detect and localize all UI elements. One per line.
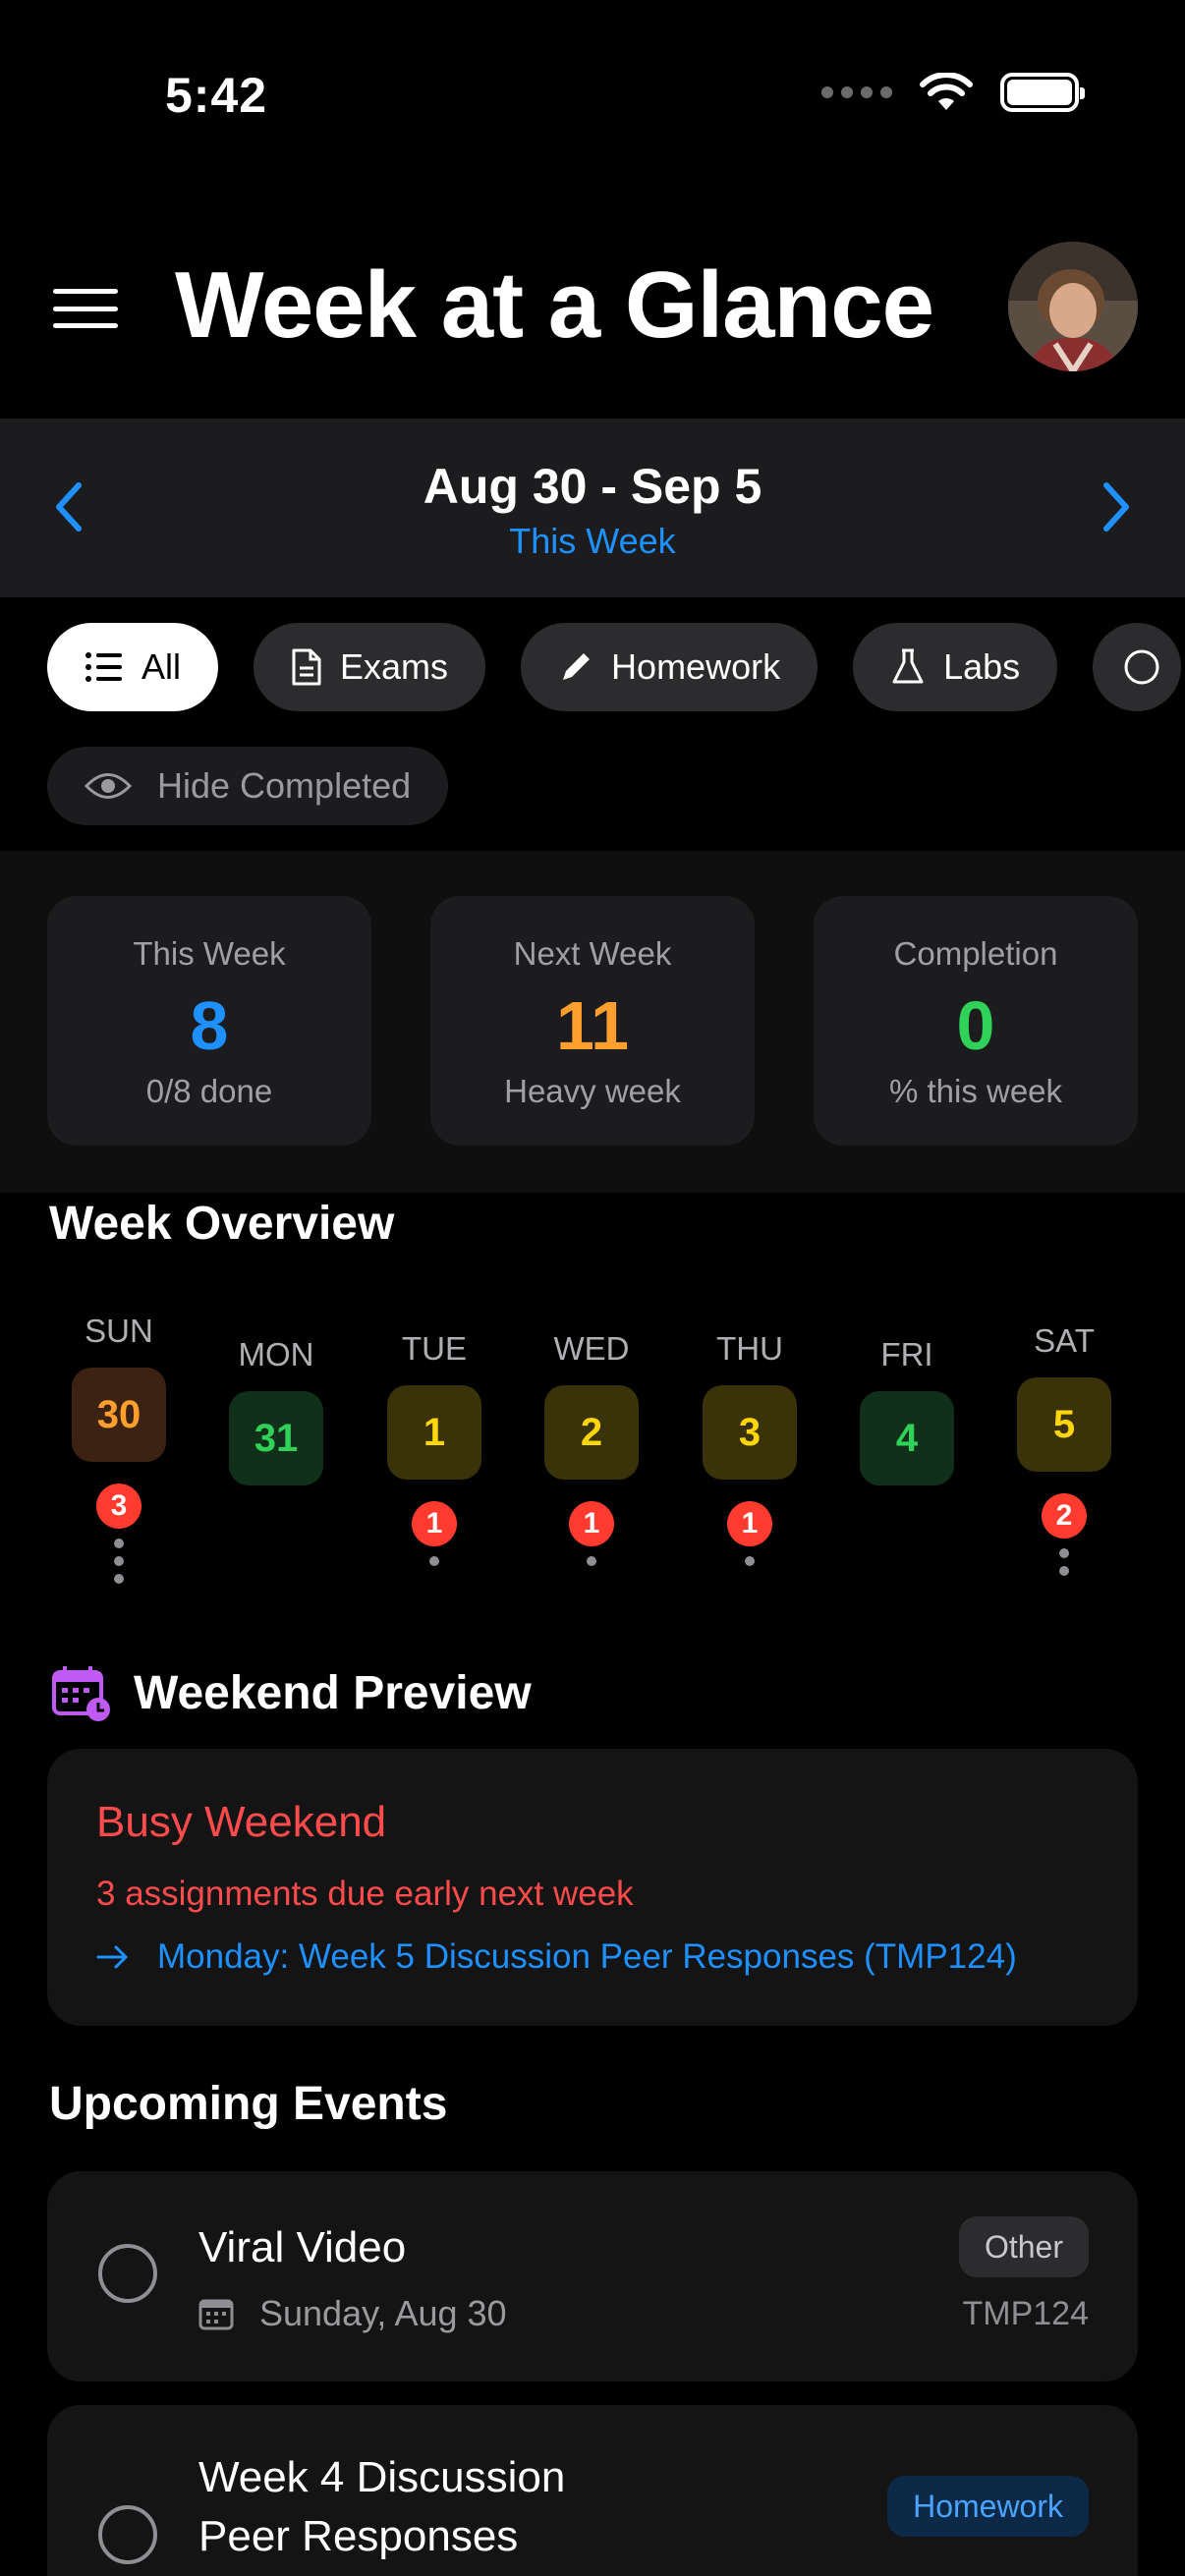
avatar[interactable] xyxy=(1008,242,1138,371)
status-time: 5:42 xyxy=(165,68,268,123)
flask-icon xyxy=(892,648,924,684)
event-title: Viral Video xyxy=(198,2223,407,2271)
day-name: SUN xyxy=(85,1313,153,1349)
wifi-icon xyxy=(920,73,973,110)
day-name: SAT xyxy=(1034,1322,1095,1359)
day-name: FRI xyxy=(880,1336,933,1372)
day-date: 2 xyxy=(544,1385,639,1480)
hide-completed-label: Hide Completed xyxy=(157,765,412,806)
stat-label: Next Week xyxy=(513,935,672,972)
filter-chip-label: Homework xyxy=(611,646,781,687)
calendar-icon xyxy=(198,2299,234,2330)
day-date: 5 xyxy=(1017,1377,1111,1472)
event-course-code: TMP124 xyxy=(962,2295,1090,2332)
weekend-card-title: Busy Weekend xyxy=(96,1798,387,1846)
day-count-badge: 1 xyxy=(569,1501,614,1546)
filter-chip-label: Exams xyxy=(340,646,449,687)
document-icon xyxy=(292,648,321,686)
day-column-wed[interactable]: WED 2 1 xyxy=(513,1330,670,1566)
day-column-sat[interactable]: SAT 5 2 xyxy=(986,1322,1143,1576)
event-complete-checkbox[interactable] xyxy=(98,2244,157,2303)
event-complete-checkbox[interactable] xyxy=(98,2505,157,2564)
more-dots-icon xyxy=(671,1556,828,1566)
filter-chip-label: All xyxy=(141,646,182,687)
weekend-preview-title: Weekend Preview xyxy=(134,1667,532,1719)
filter-chip-label: Labs xyxy=(943,646,1021,687)
day-date: 1 xyxy=(387,1385,481,1480)
event-title-line-2: Peer Responses xyxy=(198,2512,519,2560)
stat-value: 0 xyxy=(956,987,995,1064)
day-date: 31 xyxy=(229,1391,323,1485)
more-dots-icon xyxy=(356,1556,513,1566)
day-count-badge: 1 xyxy=(727,1501,772,1546)
filter-chip-labs[interactable]: Labs xyxy=(853,623,1058,711)
day-date: 4 xyxy=(860,1391,954,1485)
event-type-tag: Other xyxy=(958,2216,1089,2277)
status-icons xyxy=(821,73,1085,112)
weekend-card-subtitle: 3 assignments due early next week xyxy=(96,1875,634,1913)
day-column-mon[interactable]: MON 31 xyxy=(198,1336,355,1485)
more-dots-icon xyxy=(40,1539,198,1584)
stat-subtext: % this week xyxy=(888,1073,1063,1109)
day-date: 30 xyxy=(72,1368,166,1462)
day-count-badge: 1 xyxy=(412,1501,457,1546)
filter-chip-exams[interactable]: Exams xyxy=(254,623,486,711)
pencil-icon xyxy=(563,653,591,680)
stat-card-this-week: This Week 8 0/8 done xyxy=(47,896,371,1146)
weekend-upcoming-link[interactable]: Monday: Week 5 Discussion Peer Responses… xyxy=(96,1937,1017,1977)
battery-icon xyxy=(1000,73,1085,112)
event-type-tag: Homework xyxy=(887,2476,1089,2537)
cellular-signal-icon xyxy=(821,86,892,98)
event-date-row: Sunday, Aug 30 xyxy=(198,2293,507,2334)
arrow-right-icon xyxy=(96,1945,128,1969)
stat-card-completion: Completion 0 % this week xyxy=(814,896,1138,1146)
day-name: TUE xyxy=(402,1330,467,1367)
day-count-badge: 3 xyxy=(96,1484,141,1529)
menu-button[interactable] xyxy=(53,289,118,328)
day-count-badge: 2 xyxy=(1042,1493,1087,1539)
more-dots-icon xyxy=(986,1548,1143,1576)
day-name: MON xyxy=(238,1336,314,1372)
page-title: Week at a Glance xyxy=(175,252,934,358)
day-name: THU xyxy=(716,1330,783,1367)
week-overview-title: Week Overview xyxy=(49,1198,395,1250)
upcoming-events-title: Upcoming Events xyxy=(49,2078,448,2130)
filter-chip-homework[interactable]: Homework xyxy=(521,623,818,711)
stat-subtext: 0/8 done xyxy=(145,1073,273,1109)
day-column-sun[interactable]: SUN 30 3 xyxy=(40,1313,198,1584)
day-date: 3 xyxy=(703,1385,797,1480)
stat-label: Completion xyxy=(893,935,1058,972)
stat-value: 11 xyxy=(556,987,629,1064)
help-circle-icon xyxy=(1124,649,1159,685)
event-date: Sunday, Aug 30 xyxy=(259,2293,507,2333)
day-column-fri[interactable]: FRI 4 xyxy=(828,1336,986,1485)
stat-card-next-week: Next Week 11 Heavy week xyxy=(430,896,755,1146)
stat-subtext: Heavy week xyxy=(504,1073,681,1109)
filter-chip-all[interactable]: All xyxy=(47,623,219,711)
filter-chips: All Exams Homework Labs xyxy=(47,623,1182,711)
list-icon xyxy=(85,652,122,682)
day-column-tue[interactable]: TUE 1 1 xyxy=(356,1330,513,1566)
hide-completed-toggle[interactable]: Hide Completed xyxy=(47,747,449,825)
stat-label: This Week xyxy=(133,935,286,972)
weekend-link-text: Monday: Week 5 Discussion Peer Responses… xyxy=(157,1937,1017,1976)
calendar-clock-icon xyxy=(52,1666,110,1721)
eye-icon xyxy=(85,773,132,799)
week-range-label: Aug 30 - Sep 5 xyxy=(423,459,762,514)
more-dots-icon xyxy=(513,1556,670,1566)
filter-chip-other[interactable] xyxy=(1093,623,1182,711)
event-title-line-1: Week 4 Discussion xyxy=(198,2453,566,2501)
day-column-thu[interactable]: THU 3 1 xyxy=(671,1330,828,1566)
day-name: WED xyxy=(553,1330,630,1367)
week-relative-label: This Week xyxy=(509,521,676,561)
stat-value: 8 xyxy=(190,987,229,1064)
